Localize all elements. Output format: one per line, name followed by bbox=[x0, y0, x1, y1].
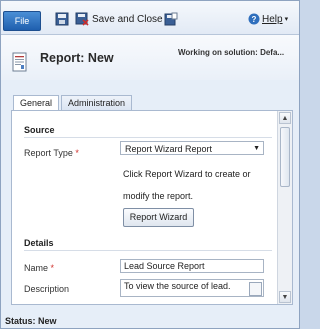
section-divider bbox=[24, 137, 272, 138]
report-icon bbox=[12, 52, 27, 72]
window-frame: File Save and Close ? Help ▾ Report: New… bbox=[0, 0, 300, 329]
form-content: Source Report Type * Report Wizard Repor… bbox=[12, 111, 276, 304]
name-label-text: Name bbox=[24, 263, 49, 273]
required-mark: * bbox=[75, 148, 79, 158]
scroll-thumb[interactable] bbox=[280, 127, 290, 187]
description-label: Description bbox=[24, 284, 70, 294]
save-and-new-icon[interactable] bbox=[164, 12, 178, 26]
report-type-value: Report Wizard Report bbox=[125, 144, 213, 154]
report-type-label: Report Type * bbox=[24, 148, 79, 158]
save-close-label: Save and Close bbox=[92, 13, 163, 25]
description-expand-icon[interactable] bbox=[249, 282, 262, 296]
help-menu[interactable]: ? Help ▾ bbox=[248, 11, 288, 27]
chevron-down-icon: ▾ bbox=[284, 16, 289, 23]
section-title-source: Source bbox=[24, 125, 55, 135]
tab-administration[interactable]: Administration bbox=[61, 95, 133, 110]
scroll-down-icon[interactable]: ▼ bbox=[279, 291, 291, 303]
name-field[interactable]: Lead Source Report bbox=[120, 259, 264, 273]
ribbon: File Save and Close ? Help ▾ bbox=[1, 1, 299, 35]
form-header: Report: New Working on solution: Defa... bbox=[1, 35, 299, 80]
section-divider bbox=[24, 250, 272, 251]
vertical-scrollbar[interactable]: ▲ ▼ bbox=[277, 111, 292, 304]
description-value: To view the source of lead. bbox=[124, 281, 231, 291]
report-type-select[interactable]: Report Wizard Report ▼ bbox=[120, 141, 264, 155]
required-mark: * bbox=[50, 263, 55, 273]
report-wizard-button[interactable]: Report Wizard bbox=[123, 208, 194, 227]
hint-line-2: modify the report. bbox=[123, 191, 194, 201]
status-bar-text: Status: New bbox=[5, 316, 57, 326]
page-title: Report: New bbox=[40, 51, 114, 65]
hint-line-1: Click Report Wizard to create or bbox=[123, 169, 251, 179]
save-close-icon bbox=[75, 12, 89, 26]
file-button[interactable]: File bbox=[3, 11, 41, 31]
svg-text:?: ? bbox=[252, 15, 257, 24]
scroll-up-icon[interactable]: ▲ bbox=[279, 112, 291, 124]
report-type-label-text: Report Type bbox=[24, 148, 73, 158]
save-icon[interactable] bbox=[55, 12, 69, 26]
description-field[interactable]: To view the source of lead. bbox=[120, 279, 264, 297]
help-icon: ? bbox=[248, 13, 260, 25]
name-label: Name * bbox=[24, 263, 54, 273]
tab-general[interactable]: General bbox=[13, 95, 60, 111]
form-panel: Source Report Type * Report Wizard Repor… bbox=[11, 110, 293, 305]
dropdown-arrow-icon: ▼ bbox=[253, 145, 260, 152]
working-on-solution: Working on solution: Defa... bbox=[178, 48, 285, 57]
tab-strip: General Administration bbox=[13, 95, 134, 111]
help-label: Help bbox=[262, 13, 283, 25]
section-title-details: Details bbox=[24, 238, 54, 248]
save-and-close-button[interactable]: Save and Close bbox=[75, 11, 163, 27]
